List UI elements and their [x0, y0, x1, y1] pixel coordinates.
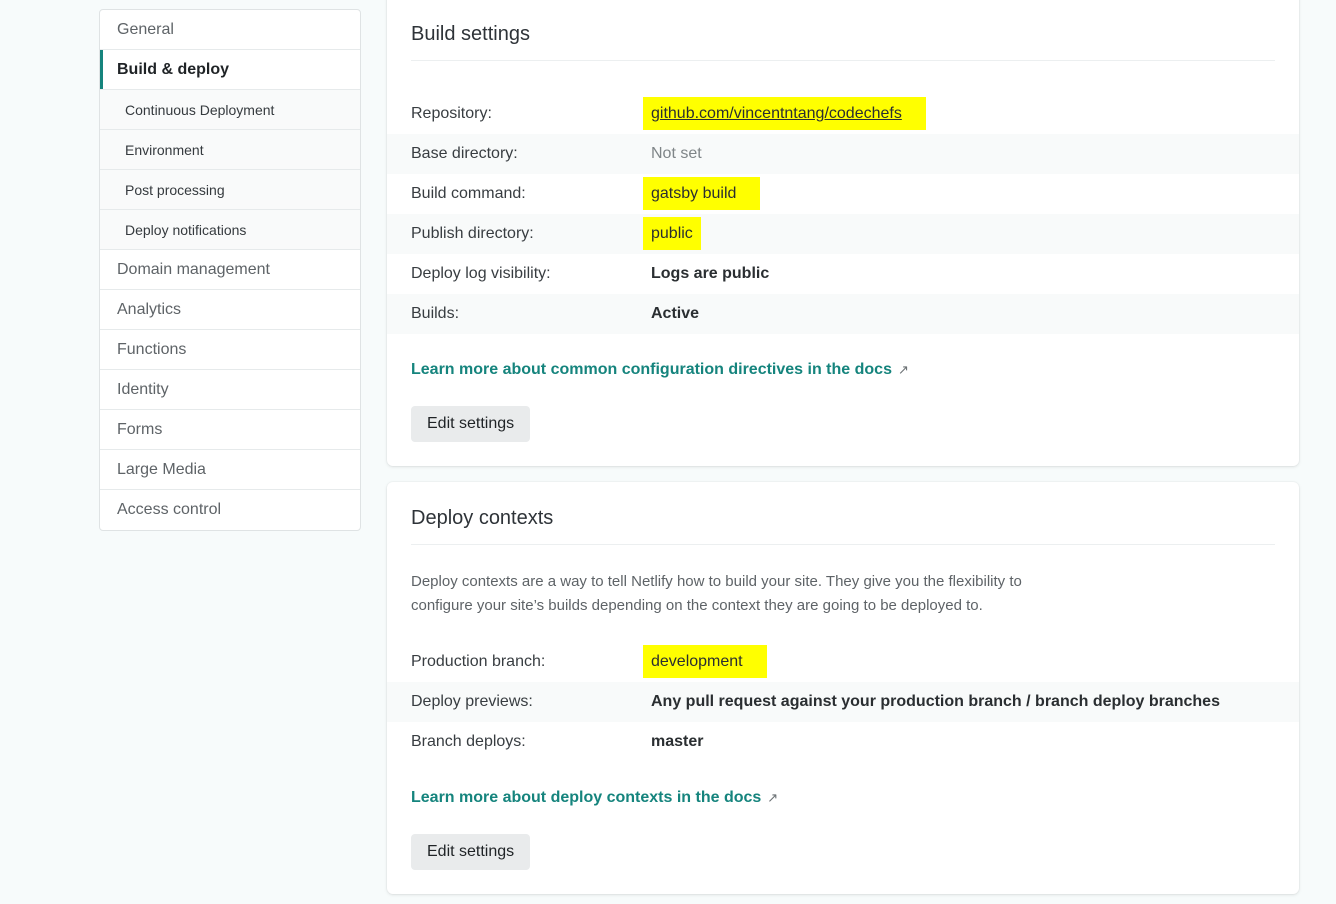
deploy-contexts-docs-link[interactable]: Learn more about deploy contexts in the … — [411, 789, 778, 807]
branch-deploys-value: master — [651, 733, 704, 750]
sidebar-item-analytics[interactable]: Analytics — [100, 290, 360, 330]
config-docs-link-text[interactable]: Learn more about common configuration di… — [411, 361, 892, 378]
deploy-previews-value: Any pull request against your production… — [651, 693, 1220, 710]
config-docs-link[interactable]: Learn more about common configuration di… — [411, 361, 909, 379]
builds-value: Active — [651, 305, 700, 322]
sidebar-subitem-post-processing[interactable]: Post processing — [100, 170, 360, 210]
sidebar-subitem-environment[interactable]: Environment — [100, 130, 360, 170]
publish-directory-label: Publish directory: — [411, 225, 534, 242]
publish-directory-text: public — [643, 217, 701, 250]
production-branch-row: Production branch: development — [387, 642, 1299, 682]
base-directory-label: Base directory: — [411, 145, 518, 162]
sidebar-subitem-continuous-deployment[interactable]: Continuous Deployment — [100, 90, 360, 130]
repository-value[interactable]: github.com/vincentntang/codechefs — [643, 94, 926, 134]
deploy-log-visibility-label: Deploy log visibility: — [411, 265, 551, 282]
sidebar-item-build-deploy[interactable]: Build & deploy — [100, 50, 360, 90]
production-branch-value: development — [643, 642, 767, 682]
base-directory-value: Not set — [651, 145, 702, 162]
deploy-log-visibility-row: Deploy log visibility: Logs are public — [387, 254, 1299, 294]
sidebar-item-access-control[interactable]: Access control — [100, 490, 360, 530]
deploy-contexts-card: Deploy contexts Deploy contexts are a wa… — [387, 482, 1299, 894]
publish-directory-value: public — [643, 214, 701, 254]
card-divider — [411, 544, 1275, 545]
builds-label: Builds: — [411, 305, 460, 322]
edit-build-settings-button[interactable]: Edit settings — [411, 406, 531, 442]
deploy-previews-row: Deploy previews: Any pull request agains… — [387, 682, 1299, 722]
build-command-value: gatsby build — [643, 174, 761, 214]
repository-label: Repository: — [411, 105, 492, 122]
publish-directory-row: Publish directory: public — [387, 214, 1299, 254]
production-branch-text: development — [643, 645, 767, 678]
build-settings-title: Build settings — [411, 23, 530, 45]
sidebar-item-domain-management[interactable]: Domain management — [100, 250, 360, 290]
sidebar-item-large-media[interactable]: Large Media — [100, 450, 360, 490]
description-line-2: configure your site’s builds depending o… — [411, 597, 983, 614]
build-command-row: Build command: gatsby build — [387, 174, 1299, 214]
card-divider — [411, 60, 1275, 61]
base-directory-row: Base directory: Not set — [387, 134, 1299, 174]
deploy-contexts-title: Deploy contexts — [411, 507, 554, 529]
deploy-log-visibility-value: Logs are public — [651, 265, 770, 282]
repository-row: Repository: github.com/vincentntang/code… — [387, 94, 1299, 134]
deploy-previews-label: Deploy previews: — [411, 693, 533, 710]
build-settings-card: Build settings Repository: github.com/vi… — [387, 0, 1299, 466]
edit-deploy-contexts-button[interactable]: Edit settings — [411, 834, 531, 870]
settings-sidebar: General Build & deploy Continuous Deploy… — [99, 9, 361, 531]
branch-deploys-row: Branch deploys: master — [387, 722, 1299, 762]
external-link-icon: ↗ — [767, 790, 779, 805]
description-line-1: Deploy contexts are a way to tell Netlif… — [411, 573, 1022, 590]
deploy-contexts-docs-link-text[interactable]: Learn more about deploy contexts in the … — [411, 789, 761, 806]
sidebar-item-identity[interactable]: Identity — [100, 370, 360, 410]
repository-link[interactable]: github.com/vincentntang/codechefs — [643, 97, 926, 130]
external-link-icon: ↗ — [897, 362, 909, 377]
sidebar-item-forms[interactable]: Forms — [100, 410, 360, 450]
builds-row: Builds: Active — [387, 294, 1299, 334]
sidebar-subitem-deploy-notifications[interactable]: Deploy notifications — [100, 210, 360, 250]
build-command-text: gatsby build — [643, 177, 761, 210]
deploy-contexts-description: Deploy contexts are a way to tell Netlif… — [411, 570, 1091, 618]
build-command-label: Build command: — [411, 185, 526, 202]
production-branch-label: Production branch: — [411, 653, 546, 670]
sidebar-item-general[interactable]: General — [100, 10, 360, 50]
branch-deploys-label: Branch deploys: — [411, 733, 526, 750]
sidebar-item-functions[interactable]: Functions — [100, 330, 360, 370]
